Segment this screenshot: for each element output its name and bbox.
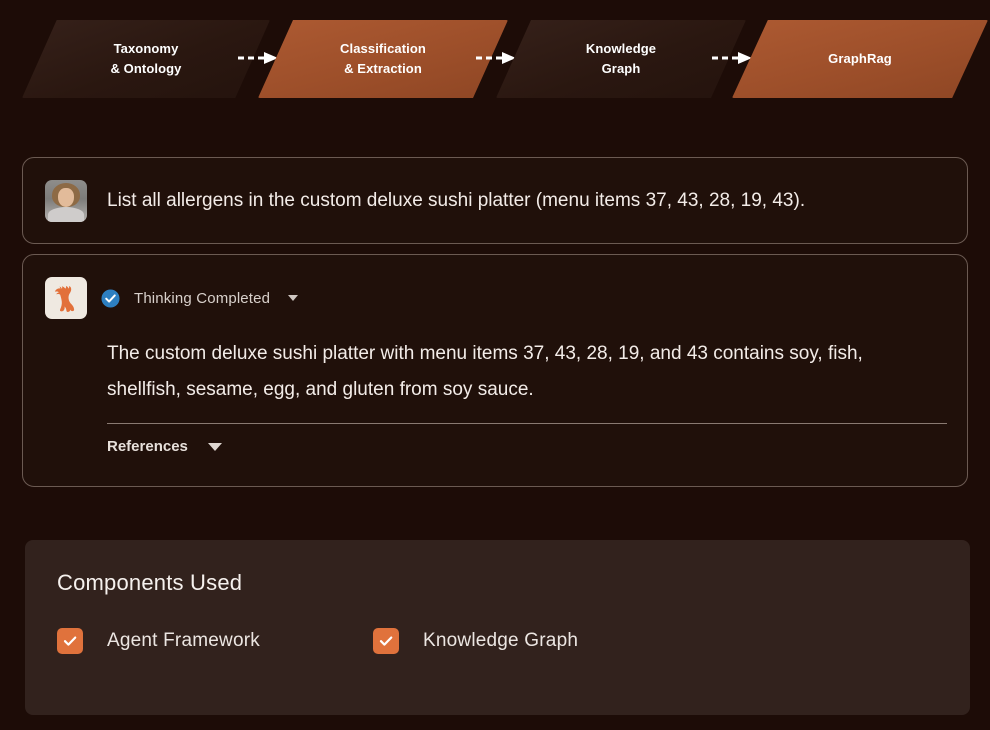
components-panel-title: Components Used xyxy=(57,570,243,595)
references-label: References xyxy=(107,438,188,455)
component-item-agent-framework[interactable]: Agent Framework xyxy=(57,628,373,654)
checkbox-checked-icon[interactable] xyxy=(373,628,399,654)
components-used-panel: Components Used Agent Framework Knowledg… xyxy=(25,540,970,715)
assistant-divider xyxy=(107,423,947,424)
assistant-message-text: The custom deluxe sushi platter with men… xyxy=(107,343,863,400)
pipeline-step-classification-extraction[interactable]: Classification & Extraction xyxy=(258,20,508,98)
assistant-status-row: Thinking Completed xyxy=(45,277,945,319)
pipeline-step-label: Taxonomy & Ontology xyxy=(110,41,182,76)
check-icon xyxy=(379,636,393,646)
assistant-message-card: Thinking Completed The custom deluxe sus… xyxy=(22,254,968,487)
user-message-card: List all allergens in the custom deluxe … xyxy=(22,157,968,244)
components-list: Agent Framework Knowledge Graph xyxy=(57,628,970,654)
thinking-status-label: Thinking Completed xyxy=(134,289,271,307)
references-toggle[interactable]: References xyxy=(107,438,945,455)
assistant-avatar xyxy=(45,277,87,319)
pipeline-step-graphrag[interactable]: GraphRag xyxy=(732,20,988,98)
check-icon xyxy=(63,636,77,646)
avatar-face xyxy=(58,187,74,207)
component-label: Knowledge Graph xyxy=(423,630,579,651)
user-message-text: List all allergens in the custom deluxe … xyxy=(107,189,806,211)
component-label: Agent Framework xyxy=(107,630,260,651)
check-circle-icon xyxy=(101,288,120,308)
pipeline-step-label: GraphRag xyxy=(828,51,892,66)
user-avatar xyxy=(45,179,87,222)
pipeline-step-taxonomy-ontology[interactable]: Taxonomy & Ontology xyxy=(22,20,270,98)
checkbox-checked-icon[interactable] xyxy=(57,628,83,654)
avatar-shirt xyxy=(48,206,84,222)
pipeline-step-label: Classification & Extraction xyxy=(340,41,426,76)
pipeline-step-label: Knowledge Graph xyxy=(585,41,657,76)
squirrel-logo-icon xyxy=(54,285,75,312)
pipeline-steps: Taxonomy & Ontology Classification & Ext… xyxy=(0,0,990,118)
references-chevron-down-icon[interactable] xyxy=(207,442,222,451)
thinking-chevron-down-icon[interactable] xyxy=(288,295,299,301)
pipeline-step-knowledge-graph[interactable]: Knowledge Graph xyxy=(496,20,746,98)
component-item-knowledge-graph[interactable]: Knowledge Graph xyxy=(373,628,578,654)
